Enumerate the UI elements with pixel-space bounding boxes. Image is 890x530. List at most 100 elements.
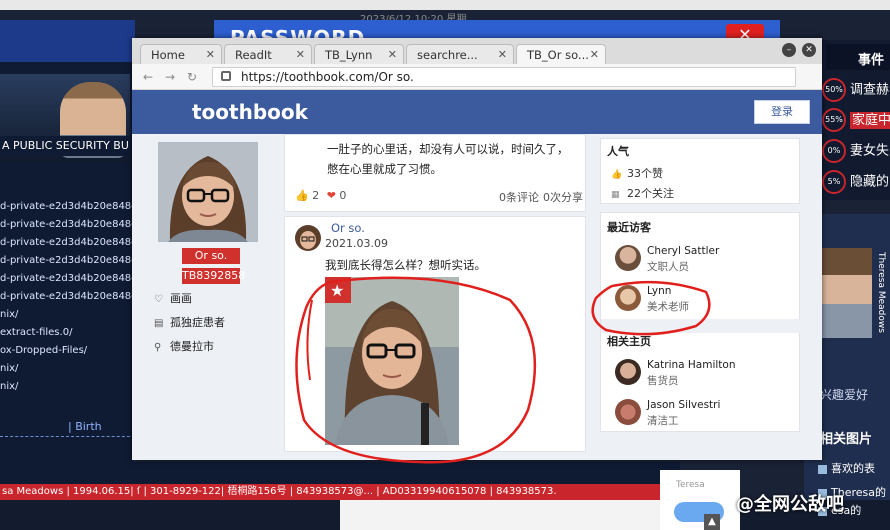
theresa-vertical-name: Theresa Meadows [876, 252, 886, 333]
profile-id: TB8392858 [182, 268, 246, 284]
file-item[interactable]: d-private-e2d3d4b20e848g5 [0, 216, 135, 234]
tab-tb-lynn[interactable]: TB_Lynn ✕ [314, 44, 404, 64]
close-icon[interactable]: ✕ [206, 48, 215, 61]
close-icon[interactable]: ✕ [296, 48, 305, 61]
theresa-photo [818, 248, 872, 338]
post-card: Or so. 2021.03.09 我到底长得怎么样？想听实话。 ★ [284, 216, 586, 452]
address-bar[interactable]: https://toothbook.com/Or so. [212, 67, 796, 87]
personal-info-bar: sa Meadows | 1994.06.15| ſ | 301-8929-12… [0, 484, 680, 500]
image-thumb-icon [818, 464, 827, 474]
birth-label: | Birth [68, 420, 102, 433]
visitor-name: Cheryl Sattler [647, 245, 720, 257]
file-item[interactable]: d-private-e2d3d4b20e848g5 [0, 198, 135, 216]
file-item[interactable]: ox-Dropped-Files/ [0, 342, 135, 360]
tab-label: Home [151, 48, 185, 62]
profile-info-text: 德曼拉市 [170, 340, 214, 353]
file-item[interactable]: nix/ [0, 360, 135, 378]
likes-text: 33个赞 [627, 167, 663, 180]
profile-location: ⚲ 德曼拉市 [154, 338, 214, 354]
popularity-title: 人气 [607, 145, 629, 158]
tab-searchresult[interactable]: searchre... ✕ [406, 44, 514, 64]
post-author-name[interactable]: Or so. [331, 221, 365, 235]
profile-hobby: ♡ 画画 [154, 290, 192, 306]
recent-visitors-title: 最近访客 [607, 221, 651, 234]
events-title: 事件 [826, 44, 890, 70]
event-item[interactable]: 5% 隐藏的 [822, 170, 890, 194]
thumbs-up-icon[interactable]: 👍 [295, 189, 309, 202]
tab-home[interactable]: Home ✕ [140, 44, 222, 64]
login-button[interactable]: 登录 [754, 100, 810, 124]
related-item[interactable]: Jason Silvestri 清洁工 [615, 399, 795, 429]
heart-count: 0 [339, 189, 347, 202]
profile-avatar[interactable] [158, 142, 258, 242]
image-tag[interactable]: 喜欢的表 [818, 460, 890, 476]
file-item[interactable]: d-private-e2d3d4b20e848g5 [0, 288, 135, 306]
profile-condition: ▤ 孤独症患者 [154, 314, 225, 330]
id-card-icon: ▤ [154, 318, 164, 329]
forward-arrow-icon[interactable]: → [162, 69, 178, 85]
share-count[interactable]: 0次分享 [543, 189, 583, 205]
reload-icon[interactable]: ↻ [184, 69, 200, 85]
image-tag-label: 喜欢的表 [831, 462, 875, 475]
close-icon[interactable]: ✕ [388, 48, 397, 61]
related-images-title: 相关图片 [820, 432, 873, 447]
event-item[interactable]: 0% 妻女失 [822, 139, 890, 163]
related-pages-title: 相关主页 [607, 335, 651, 348]
avatar [615, 399, 641, 425]
event-progress-ring: 5% [822, 170, 846, 194]
window-close-icon[interactable]: ✕ [802, 43, 816, 57]
heart-reaction-icon[interactable]: ❤ [327, 189, 336, 202]
comment-count[interactable]: 0条评论 [499, 189, 539, 205]
event-item[interactable]: 55% 家庭中 [822, 108, 890, 132]
hobby-label: 兴趣爱好 [820, 388, 869, 402]
top-strip [0, 0, 890, 10]
profile-name: Or so. [182, 248, 240, 264]
left-panel-header [0, 20, 135, 62]
tab-bar: Home ✕ ReadIt ✕ TB_Lynn ✕ searchre... ✕ TB_O… [132, 38, 822, 64]
post-text: 一肚子的心里话，却没有人可以说，时间久了，憋在心里就成了习惯。 [327, 142, 569, 176]
event-text: 隐藏的 [850, 174, 890, 190]
heart-icon: ♡ [154, 294, 163, 305]
post-card: 一肚子的心里话，却没有人可以说，时间久了，憋在心里就成了习惯。 👍 2 ❤ 0 … [284, 134, 586, 212]
watermark: @全网公敌吧 [736, 494, 844, 515]
related-item[interactable]: Katrina Hamilton 售货员 [615, 359, 795, 389]
minimize-icon[interactable]: – [782, 43, 796, 57]
popularity-card: 人气 👍 33个赞 ▦ 22个关注 [600, 138, 800, 204]
site-body: Or so. TB8392858 ♡ 画画 ▤ 孤独症患者 ⚲ 德曼拉市 一肚子的心里… [132, 134, 822, 460]
event-text: 家庭中 [850, 111, 890, 129]
visitor-item[interactable]: Lynn 美术老师 [615, 285, 795, 315]
url-text: https://toothbook.com/Or so. [241, 70, 414, 84]
close-icon[interactable]: ✕ [498, 48, 507, 61]
file-item[interactable]: d-private-e2d3d4b20e848g5 [0, 270, 135, 288]
like-count: 2 [312, 189, 320, 202]
chat-preview-name: Teresa [676, 480, 705, 490]
tab-tb-or-so[interactable]: TB_Or so... ✕ [516, 44, 606, 64]
file-item[interactable]: nix/ [0, 378, 135, 396]
avatar [615, 359, 641, 385]
followers-text: 22个关注 [627, 187, 674, 200]
post-author-avatar[interactable] [295, 225, 321, 251]
event-item[interactable]: 50% 调查赫 [822, 78, 890, 102]
related-name: Jason Silvestri [647, 399, 721, 411]
post-date: 2021.03.09 [325, 237, 388, 250]
file-item[interactable]: extract-files.0/ [0, 324, 135, 342]
dashed-divider [0, 436, 135, 437]
related-name: Katrina Hamilton [647, 359, 736, 371]
site-logo[interactable]: toothbook [192, 100, 308, 124]
file-item[interactable]: d-private-e2d3d4b20e848g5 [0, 234, 135, 252]
event-progress-ring: 55% [822, 108, 846, 132]
post-photo[interactable]: ★ [325, 277, 459, 445]
file-item[interactable]: d-private-e2d3d4b20e848g5 [0, 252, 135, 270]
visitors-card: 最近访客 Cheryl Sattler 文职人员 Lynn 美术老师 相关主页 … [600, 212, 801, 432]
file-item[interactable]: nix/ [0, 306, 135, 324]
followers-row: ▦ 22个关注 [611, 185, 674, 201]
close-icon[interactable]: ✕ [590, 48, 599, 61]
location-icon: ⚲ [154, 342, 162, 353]
event-progress-ring: 0% [822, 139, 846, 163]
related-job: 清洁工 [647, 415, 679, 427]
back-arrow-icon[interactable]: ← [140, 69, 156, 85]
visitor-item[interactable]: Cheryl Sattler 文职人员 [615, 245, 795, 275]
arrow-up-icon[interactable]: ▲ [704, 514, 720, 530]
lock-icon [221, 71, 231, 81]
tab-readit[interactable]: ReadIt ✕ [224, 44, 312, 64]
